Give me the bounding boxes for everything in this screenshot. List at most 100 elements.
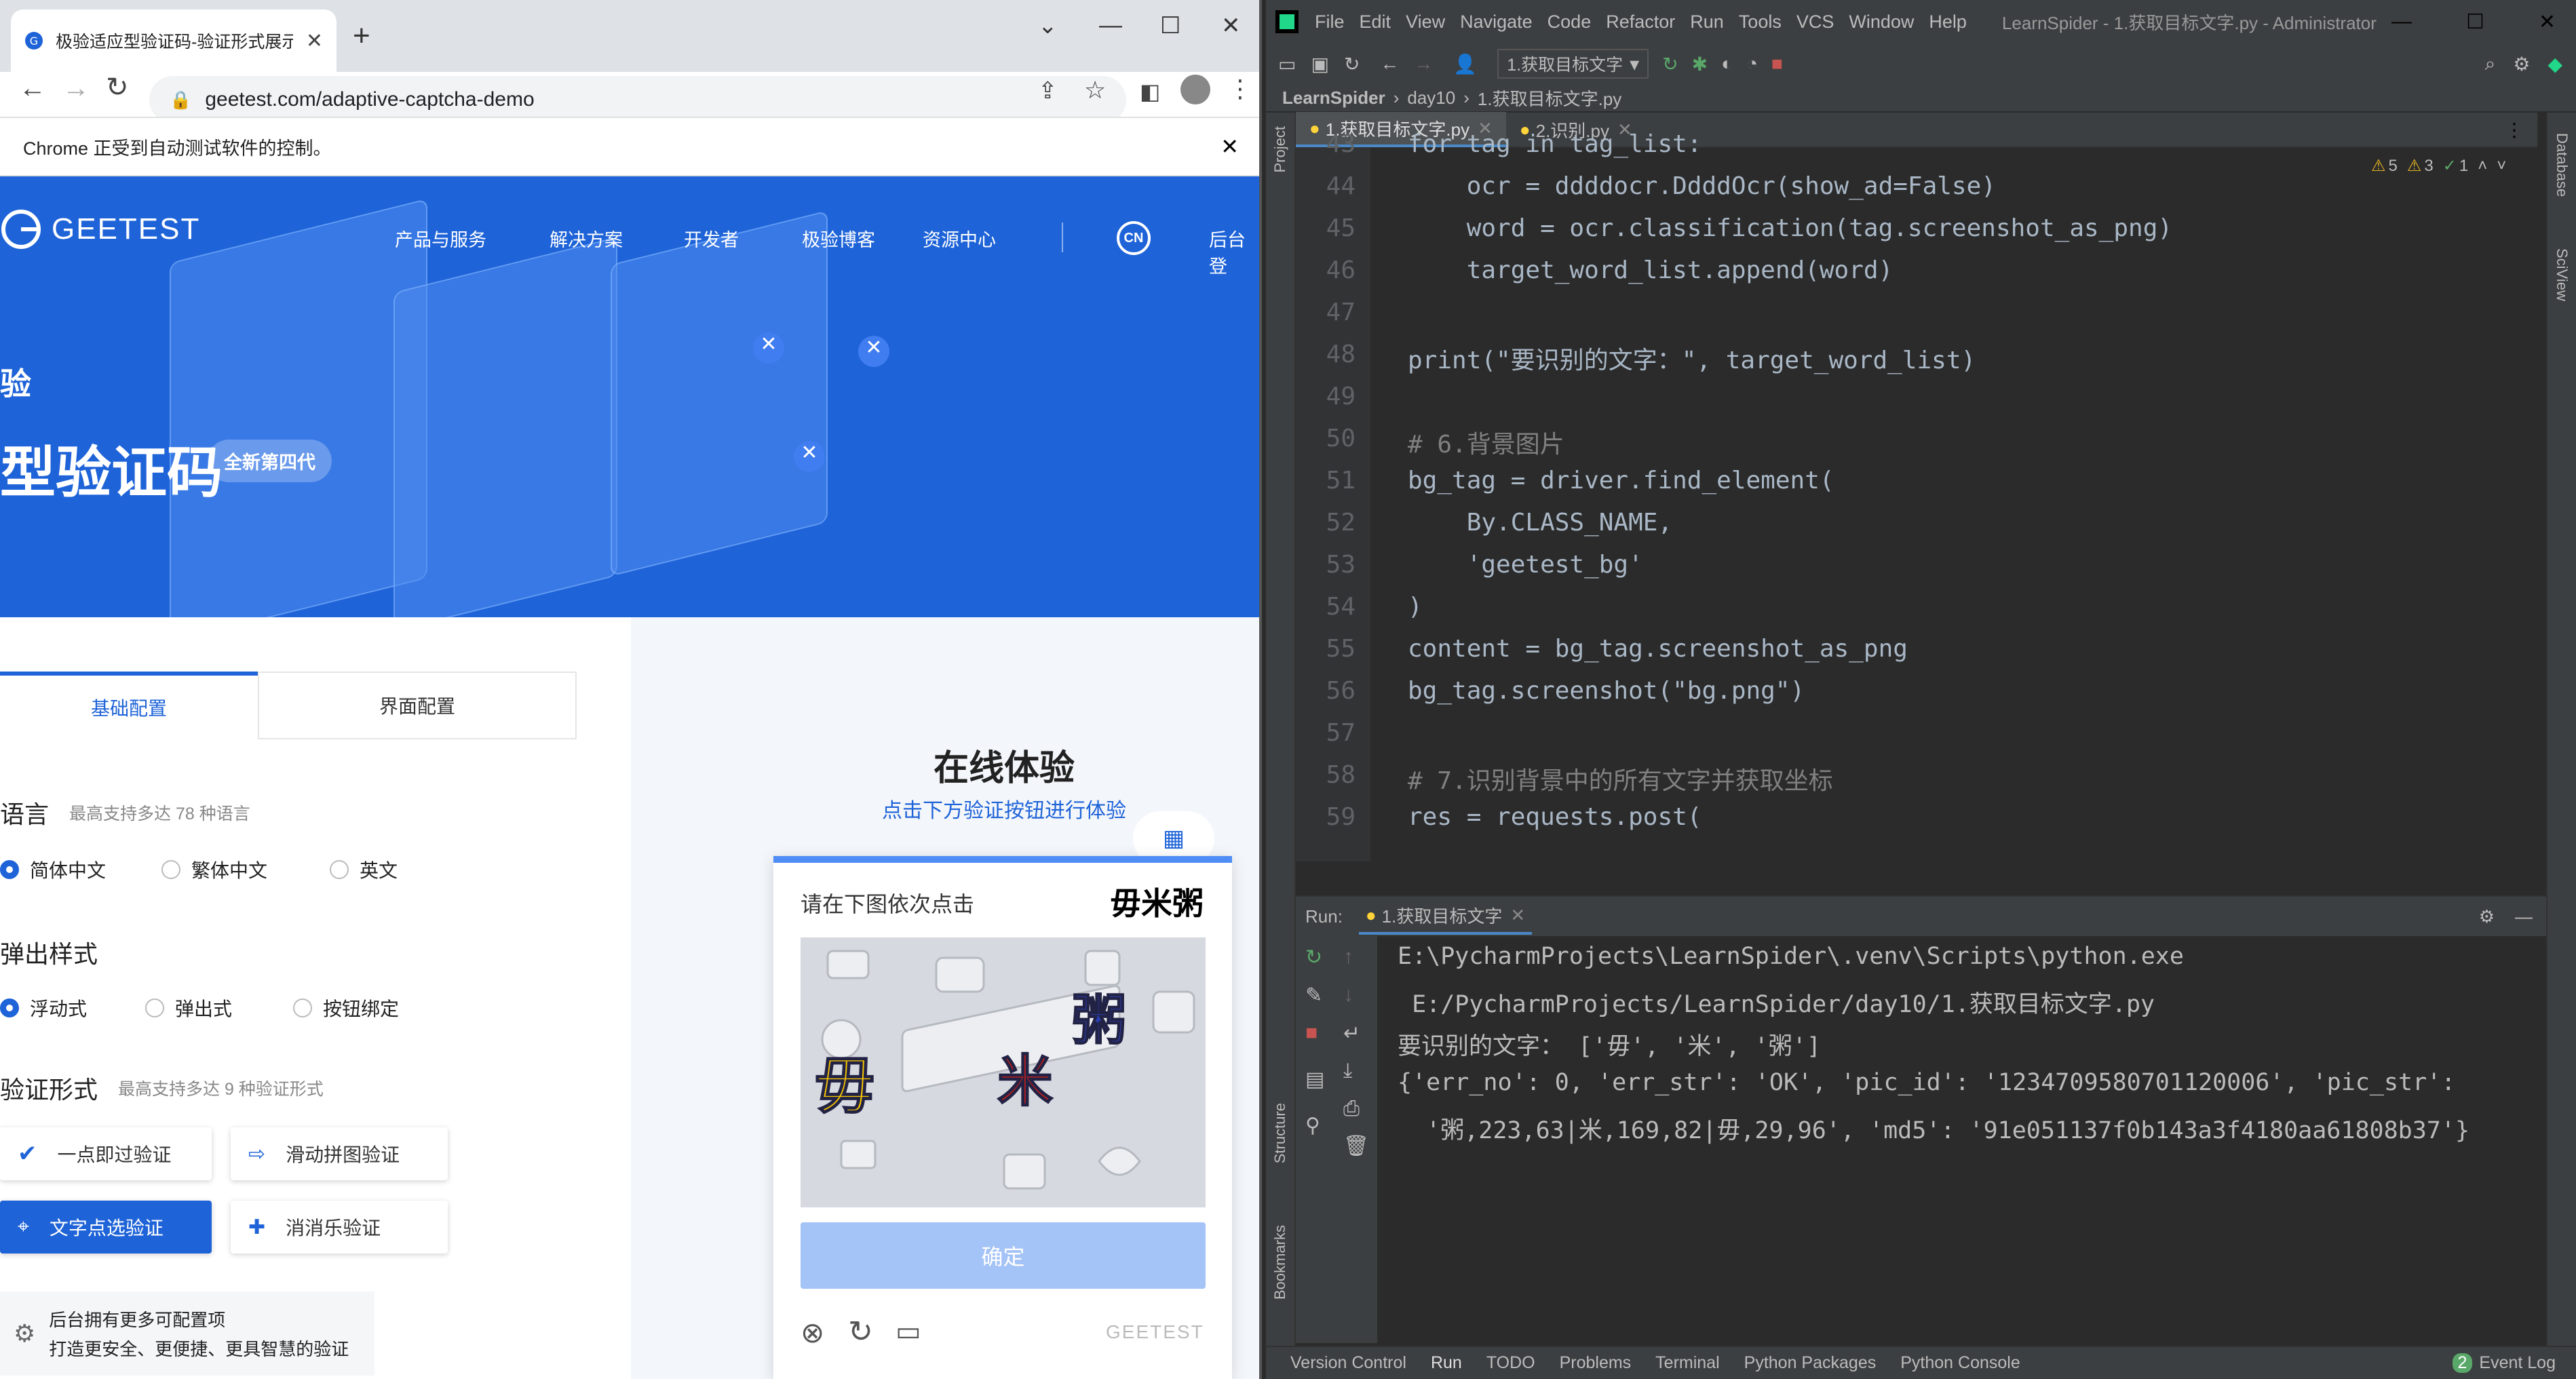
nav-item-products[interactable]: 产品与服务 xyxy=(395,225,486,252)
soft-wrap-icon[interactable]: ↵ xyxy=(1343,1022,1360,1045)
menu-tools[interactable]: Tools xyxy=(1739,12,1782,33)
more-tabs-icon[interactable]: ⋮ xyxy=(2505,119,2524,141)
nav-item-blog[interactable]: 极验博客 xyxy=(802,225,875,252)
minimize-icon[interactable]: — xyxy=(2391,10,2412,33)
code-line[interactable]: ocr = ddddocr.DdddOcr(show_ad=False) xyxy=(1408,172,1996,200)
code-line[interactable]: print("要识别的文字：", target_word_list) xyxy=(1408,341,1976,376)
print-icon[interactable]: ⎙ xyxy=(1343,1098,1360,1121)
coverage-icon[interactable]: ◐ xyxy=(1721,53,1733,75)
nav-item-resources[interactable]: 资源中心 xyxy=(923,225,996,252)
browser-tab[interactable]: G 极验适应型验证码-验证形式展示 ✕ xyxy=(11,9,337,72)
breadcrumb-file[interactable]: 1.获取目标文字.py xyxy=(1478,85,1621,111)
back-icon[interactable]: ← xyxy=(19,73,46,104)
radio-traditional-chinese[interactable]: 繁体中文 xyxy=(161,856,267,883)
close-tab-icon[interactable]: ✕ xyxy=(306,29,323,53)
tool-sciview[interactable]: SciView xyxy=(2553,248,2571,301)
stop-icon[interactable]: ■ xyxy=(1305,1022,1318,1045)
stop-icon[interactable]: ■ xyxy=(1771,53,1783,75)
radio-simplified-chinese[interactable]: 简体中文 xyxy=(0,856,106,883)
gear-icon[interactable]: ⚙ xyxy=(2513,53,2530,75)
infobar-close-icon[interactable]: ✕ xyxy=(1220,134,1239,159)
side-panel-icon[interactable]: ◧ xyxy=(1140,79,1160,104)
sync-icon[interactable]: ↻ xyxy=(1344,53,1360,75)
button-slide[interactable]: ⇨ 滑动拼图验证 xyxy=(231,1127,448,1180)
down-icon[interactable]: ↓ xyxy=(1343,984,1353,1007)
code-line[interactable]: ) xyxy=(1408,593,1423,621)
reload-icon[interactable]: ↻ xyxy=(106,72,129,103)
status-python-console[interactable]: Python Console xyxy=(1900,1353,2020,1373)
pin-icon[interactable]: ⚲ xyxy=(1305,1114,1320,1138)
close-captcha-icon[interactable]: ⊗ xyxy=(801,1316,824,1349)
geetest-logo[interactable]: GEETEST xyxy=(0,208,200,250)
maximize-icon[interactable]: ☐ xyxy=(2466,10,2484,34)
button-one-click[interactable]: ✔ 一点即过验证 xyxy=(0,1127,212,1180)
status-terminal[interactable]: Terminal xyxy=(1655,1353,1719,1373)
status-problems[interactable]: Problems xyxy=(1560,1353,1632,1373)
breadcrumb-project[interactable]: LearnSpider xyxy=(1282,88,1385,109)
maximize-icon[interactable]: ☐ xyxy=(1160,12,1180,39)
menu-refactor[interactable]: Refactor xyxy=(1606,12,1675,33)
close-window-icon[interactable]: ✕ xyxy=(2539,10,2556,34)
bookmark-star-icon[interactable]: ☆ xyxy=(1084,76,1106,104)
radio-float[interactable]: 浮动式 xyxy=(0,994,87,1022)
chevron-down-icon[interactable]: ⌄ xyxy=(1038,12,1058,39)
gear-icon[interactable]: ⚙ xyxy=(2479,906,2495,927)
rerun-icon[interactable]: ↻ xyxy=(1662,53,1678,75)
menu-run[interactable]: Run xyxy=(1690,12,1724,33)
status-todo[interactable]: TODO xyxy=(1486,1353,1535,1373)
back-icon[interactable]: ← xyxy=(1380,53,1399,75)
code-editor[interactable] xyxy=(1370,148,2524,861)
tool-bookmarks[interactable]: Bookmarks xyxy=(1271,1225,1289,1300)
code-line[interactable]: # 6.背景图片 xyxy=(1408,425,1564,460)
code-line[interactable]: By.CLASS_NAME, xyxy=(1408,509,1672,537)
tool-database[interactable]: Database xyxy=(2553,133,2571,197)
minimize-icon[interactable]: — xyxy=(1099,12,1122,39)
scroll-to-end-icon[interactable]: ⤓ xyxy=(1343,1060,1352,1083)
feedback-icon[interactable]: ▭ xyxy=(896,1316,921,1347)
wrench-icon[interactable]: ✎ xyxy=(1305,984,1322,1007)
run-config-select[interactable]: 1.获取目标文字 ▾ xyxy=(1497,49,1649,79)
menu-code[interactable]: Code xyxy=(1547,12,1592,33)
breadcrumb-folder[interactable]: day10 xyxy=(1407,88,1455,109)
share-icon[interactable]: ⇪ xyxy=(1038,77,1058,104)
tab-ui-config[interactable]: 界面配置 xyxy=(258,672,577,739)
forward-icon[interactable]: → xyxy=(1414,53,1433,75)
confirm-button[interactable]: 确定 xyxy=(801,1222,1206,1289)
tool-project[interactable]: Project xyxy=(1271,126,1289,172)
layout-icon[interactable]: ▤ xyxy=(1305,1068,1324,1091)
code-line[interactable]: # 7.识别背景中的所有文字并获取坐标 xyxy=(1408,761,1833,796)
run-tab[interactable]: ● 1.获取目标文字 ✕ xyxy=(1358,899,1533,935)
new-tab-icon[interactable]: + xyxy=(353,19,370,53)
nav-item-solutions[interactable]: 解决方案 xyxy=(550,225,623,252)
tool-structure[interactable]: Structure xyxy=(1271,1103,1289,1163)
status-version-control[interactable]: Version Control xyxy=(1290,1353,1406,1373)
profile-icon[interactable]: ◔ xyxy=(1746,53,1758,75)
menu-vcs[interactable]: VCS xyxy=(1796,12,1834,33)
button-text-click[interactable]: ⌖ 文字点选验证 xyxy=(0,1201,212,1254)
status-python-packages[interactable]: Python Packages xyxy=(1744,1353,1877,1373)
code-line[interactable]: target_word_list.append(word) xyxy=(1408,256,1893,284)
nav-item-developers[interactable]: 开发者 xyxy=(684,225,739,252)
menu-file[interactable]: File xyxy=(1315,12,1345,33)
menu-edit[interactable]: Edit xyxy=(1360,12,1391,33)
more-menu-icon[interactable]: ⋮ xyxy=(1228,75,1252,103)
up-icon[interactable]: ↑ xyxy=(1343,946,1353,969)
inspection-widget[interactable]: ⚠ 5 ⚠ 3 ✓ 1 ˄ ˅ xyxy=(2371,156,2506,176)
rerun-icon[interactable]: ↻ xyxy=(1305,946,1322,969)
code-line[interactable]: res = requests.post( xyxy=(1408,803,1702,831)
language-switch-icon[interactable]: CN xyxy=(1117,221,1151,255)
menu-view[interactable]: View xyxy=(1406,12,1445,33)
code-line[interactable]: bg_tag = driver.find_element( xyxy=(1408,467,1834,494)
hide-icon[interactable]: — xyxy=(2515,906,2533,927)
status-event-log[interactable]: Event Log xyxy=(2479,1353,2556,1373)
code-line[interactable]: for tag in tag_list: xyxy=(1408,130,1702,158)
plugin-icon[interactable]: ◆ xyxy=(2548,53,2562,75)
menu-help[interactable]: Help xyxy=(1929,12,1967,33)
trash-icon[interactable]: 🗑 xyxy=(1343,1134,1369,1158)
radio-english[interactable]: 英文 xyxy=(330,856,398,883)
captcha-image[interactable]: 毋 米 粥 xyxy=(801,937,1206,1207)
save-icon[interactable]: ▣ xyxy=(1311,53,1328,75)
radio-popup[interactable]: 弹出式 xyxy=(145,994,232,1022)
user-icon[interactable]: 👤 xyxy=(1453,53,1477,75)
bottom-note[interactable]: ⚙ 后台拥有更多可配置项 打造更安全、更便捷、更具智慧的验证 xyxy=(0,1291,374,1376)
